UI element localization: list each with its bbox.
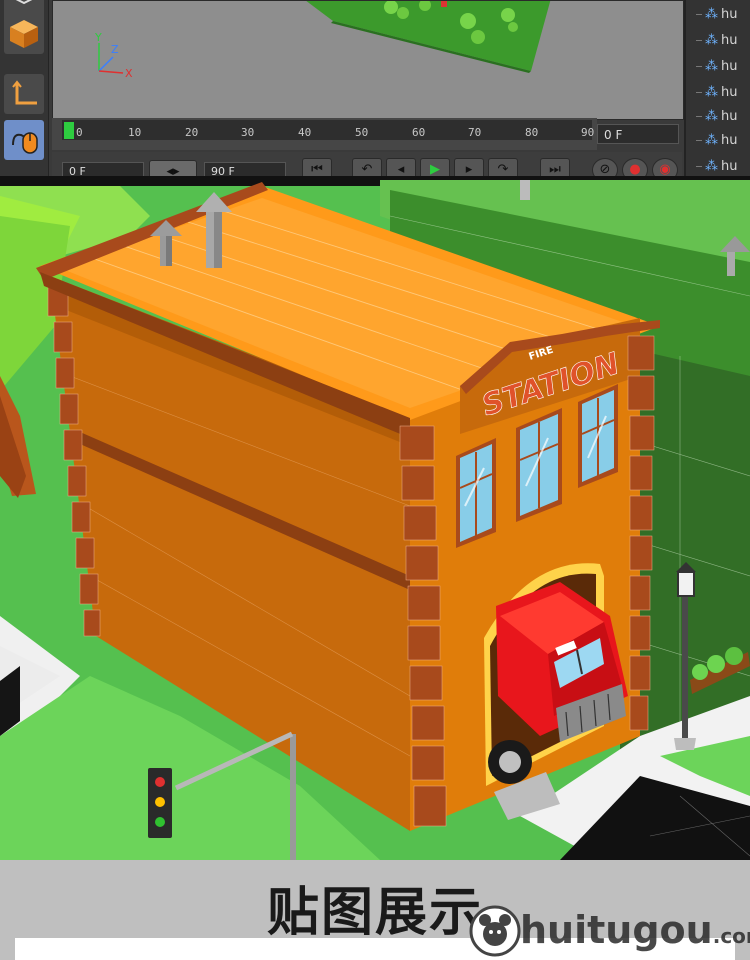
tick-label: 10 (128, 126, 142, 139)
object-row[interactable]: ⁂ hu (696, 104, 750, 128)
c4d-interface: Y Z X 0 10 20 30 40 50 60 70 80 90 0 F 0… (0, 0, 750, 176)
cube-object-button[interactable] (4, 14, 44, 54)
tick-label: 90 (581, 126, 595, 139)
null-object-icon: ⁂ (705, 108, 718, 124)
next-key-button[interactable]: ↷ (488, 158, 518, 176)
object-row[interactable]: ⁂ hu (696, 128, 750, 152)
tick-label: 50 (355, 126, 369, 139)
record-button[interactable]: ● (622, 158, 648, 176)
go-to-start-button[interactable]: ⏮ (302, 158, 332, 176)
playhead-marker[interactable] (64, 122, 74, 139)
prev-frame-button[interactable]: ◂ (386, 158, 416, 176)
object-name: hu (721, 108, 738, 124)
fire-station-render: STATION FIRE (0, 176, 750, 860)
object-name: hu (721, 84, 738, 100)
watermark-domain: .com (712, 924, 750, 948)
axis-gizmo: Y Z X (94, 31, 133, 80)
object-name: hu (721, 6, 738, 22)
timeline[interactable]: 0 10 20 30 40 50 60 70 80 90 (52, 118, 597, 150)
object-row[interactable]: ⁂ hu (696, 154, 750, 176)
null-object-icon: ⁂ (705, 32, 718, 48)
null-object-icon: ⁂ (705, 132, 718, 148)
object-manager: ⁂ hu ⁂ hu ⁂ hu ⁂ hu ⁂ hu ⁂ hu ⁂ hu (684, 0, 750, 176)
watermark-text: huitugou.com (520, 908, 750, 952)
tick-label: 0 (76, 126, 83, 139)
object-row[interactable]: ⁂ hu (696, 2, 750, 26)
timeline-ruler[interactable]: 0 10 20 30 40 50 60 70 80 90 (62, 120, 595, 140)
null-object-icon: ⁂ (705, 84, 718, 100)
play-button[interactable]: ▶ (420, 158, 450, 176)
axis-label-y: Y (94, 31, 102, 44)
prev-key-button[interactable]: ↶ (352, 158, 382, 176)
3d-viewport[interactable]: Y Z X (52, 0, 684, 120)
null-object-icon: ⁂ (705, 6, 718, 22)
mouse-tool-button[interactable] (4, 120, 44, 160)
watermark-logo-icon (469, 905, 521, 957)
null-object-icon: ⁂ (705, 58, 718, 74)
next-frame-button[interactable]: ▸ (454, 158, 484, 176)
watermark-brand: huitugou (520, 908, 713, 952)
tick-label: 20 (185, 126, 199, 139)
null-object-icon: ⁂ (705, 158, 718, 174)
tick-label: 70 (468, 126, 482, 139)
upper-window (456, 438, 496, 548)
tick-label: 40 (298, 126, 312, 139)
object-name: hu (721, 58, 738, 74)
record-disabled-button[interactable]: ⊘ (592, 158, 618, 176)
axis-tool-button[interactable] (4, 74, 44, 114)
tick-label: 60 (412, 126, 426, 139)
range-slider-handle[interactable]: ◂▸ (149, 160, 197, 176)
object-name: hu (721, 158, 738, 174)
go-to-end-button[interactable]: ⏭ (540, 158, 570, 176)
axis-label-z: Z (111, 43, 119, 56)
tick-label: 30 (241, 126, 255, 139)
axis-icon (12, 80, 37, 105)
upper-window (578, 384, 618, 488)
transport-bar: 0 F ◂▸ 90 F ⏮ ↶ ◂ ▶ ▸ ↷ ⏭ ⊘ ● ◉ (52, 152, 682, 176)
upper-window (516, 408, 562, 522)
vent-pipe (520, 180, 530, 200)
left-toolbar (0, 0, 49, 176)
tick-label: 80 (525, 126, 539, 139)
object-row[interactable]: ⁂ hu (696, 28, 750, 52)
current-frame-field[interactable]: 0 F (597, 124, 679, 144)
start-frame-field[interactable]: 0 F (62, 162, 144, 176)
end-frame-field[interactable]: 90 F (204, 162, 286, 176)
render-scene: STATION FIRE (0, 176, 750, 860)
object-row[interactable]: ⁂ hu (696, 54, 750, 78)
vent-pipe (727, 252, 735, 276)
axis-label-x: X (125, 67, 133, 80)
viewport-scene: Y Z X (94, 1, 551, 80)
object-name: hu (721, 32, 738, 48)
watermark: huitugou.com (468, 900, 750, 960)
autokey-button[interactable]: ◉ (652, 158, 678, 176)
object-name: hu (721, 132, 738, 148)
object-row[interactable]: ⁂ hu (696, 80, 750, 104)
cube-icon (10, 20, 38, 48)
mouse-icon (12, 132, 38, 154)
